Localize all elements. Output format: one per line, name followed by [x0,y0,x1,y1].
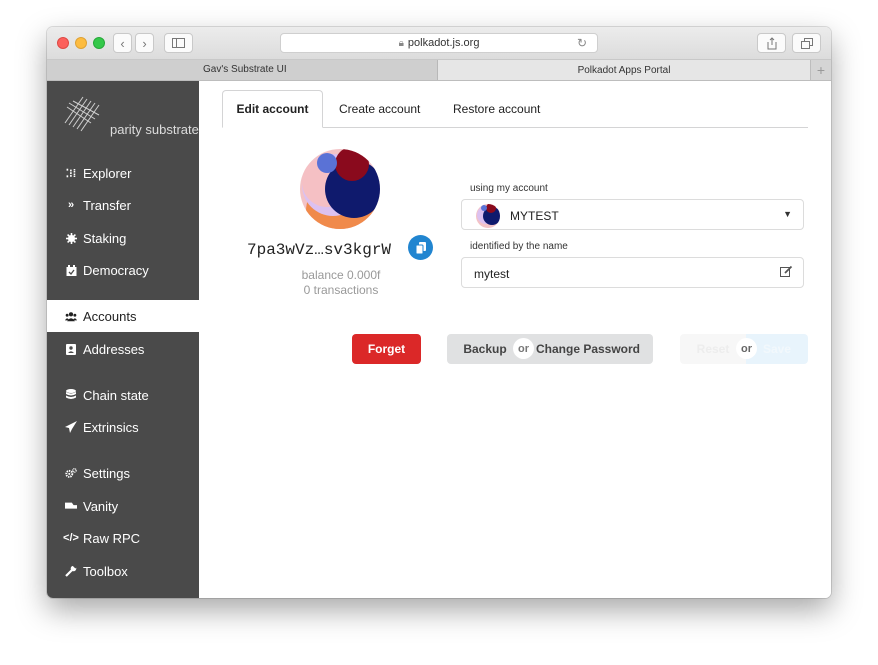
sidebar-item-label: Chain state [83,387,149,403]
plus-icon: + [816,62,826,78]
sidebar-item-toolbox[interactable]: Toolbox [47,555,199,587]
account-balance: balance 0.000f [301,268,381,282]
vanity-icon [65,501,77,511]
explorer-icon: ⁚⁝⁞ [65,167,77,180]
zoom-window-button[interactable] [93,37,105,49]
sidebar-item-extrinsics[interactable]: Extrinsics [47,411,199,443]
settings-icon [65,467,77,479]
parity-substrate-logo[interactable]: parity substrate [61,93,199,138]
sidebar-item-settings[interactable]: Settings [47,457,199,489]
url-text: polkadot.js.org [407,37,480,49]
wrench-icon [65,565,77,577]
or-divider: or [736,338,757,359]
transfer-icon: » [67,199,75,211]
tab-label: Edit account [236,102,309,116]
code-icon: </> [63,532,79,544]
chevron-left-icon: ‹ [120,35,125,51]
tabs-overview-button[interactable] [792,33,821,53]
reload-icon[interactable]: ↻ [577,36,587,50]
sidebar-item-label: Extrinsics [83,419,139,435]
tab-label: Restore account [453,101,541,116]
account-transactions: 0 transactions [303,283,379,297]
sidebar-toggle-button[interactable] [164,33,193,53]
sidebar-icon [172,38,185,48]
sidebar-item-label: Vanity [83,498,119,514]
lock-icon: 🔒︎ [398,37,404,49]
account-select-value: MYTEST [510,209,559,223]
browser-window: ‹ › 🔒︎ polkadot.js.org ↻ Gav's Substrate… [47,27,831,598]
staking-icon [65,232,77,244]
substrate-logo-icon [64,96,100,132]
send-icon [65,421,77,433]
change-password-button[interactable]: Change Password [523,334,653,364]
copy-icon [415,241,426,254]
account-select-label: using my account [470,183,548,194]
sidebar-item-raw-rpc[interactable]: </> Raw RPC [47,522,199,554]
sidebar-item-label: Toolbox [83,563,128,579]
browser-tab-label: Gav's Substrate UI [203,64,287,75]
account-name-value: mytest [474,267,510,281]
back-button[interactable]: ‹ [113,33,132,53]
backup-button[interactable]: Backup [447,334,523,364]
sidebar-item-label: Democracy [83,262,149,278]
sidebar-item-explorer[interactable]: ⁚⁝⁞ Explorer [47,157,199,189]
browser-tab-label: Polkadot Apps Portal [577,64,671,76]
database-icon [65,389,77,401]
forward-button[interactable]: › [135,33,154,53]
sidebar-item-label: Settings [83,465,130,481]
browser-tab-bar: Gav's Substrate UI Polkadot Apps Portal … [47,60,831,81]
sidebar-item-label: Raw RPC [83,530,141,546]
main-content: Edit account Create account Restore acco… [199,81,831,598]
title-bar: ‹ › 🔒︎ polkadot.js.org ↻ [47,27,831,60]
name-field-label: identified by the name [470,241,568,252]
copy-address-button[interactable] [408,235,433,260]
browser-tab-substrate[interactable]: Gav's Substrate UI [47,60,438,80]
sidebar-item-label: Addresses [83,341,145,357]
sidebar-item-chain-state[interactable]: Chain state [47,379,199,411]
share-icon [767,36,776,49]
addresses-icon [65,343,77,355]
chevron-right-icon: › [142,35,147,51]
tab-restore-account[interactable]: Restore account [453,90,540,127]
sidebar: parity substrate ⁚⁝⁞ Explorer » Transfer S… [47,81,199,598]
account-select[interactable]: MYTEST ▼ [461,199,804,230]
logo-text: parity substrate [110,122,199,137]
democracy-icon [65,264,77,276]
tab-label: Create account [339,101,421,116]
sidebar-item-vanity[interactable]: Vanity [47,490,199,522]
or-divider: or [513,338,534,359]
tab-create-account[interactable]: Create account [339,90,420,127]
tabs-icon [800,37,813,49]
tab-edit-account[interactable]: Edit account [222,90,323,128]
sidebar-item-label: Accounts [83,308,137,324]
account-name-input[interactable]: mytest [461,257,804,288]
sidebar-item-label: Staking [83,230,127,246]
sidebar-item-democracy[interactable]: Democracy [47,254,199,286]
sidebar-item-staking[interactable]: Staking [47,222,199,254]
edit-icon [780,265,793,277]
sidebar-item-transfer[interactable]: » Transfer [47,189,199,221]
chevron-down-icon: ▼ [783,209,792,219]
new-tab-button[interactable]: + [810,60,831,80]
browser-tab-polkadot[interactable]: Polkadot Apps Portal [438,60,810,80]
forget-button[interactable]: Forget [352,334,421,364]
account-select-identicon [476,204,500,228]
account-identicon[interactable] [300,149,380,229]
share-button[interactable] [757,33,786,53]
account-tabs: Edit account Create account Restore acco… [222,90,808,128]
address-bar[interactable]: 🔒︎ polkadot.js.org ↻ [280,33,598,53]
sidebar-item-label: Explorer [83,165,132,181]
sidebar-item-addresses[interactable]: Addresses [47,333,199,365]
sidebar-item-accounts[interactable]: Accounts [47,300,199,332]
close-window-button[interactable] [57,37,69,49]
sidebar-item-label: Transfer [83,197,131,213]
minimize-window-button[interactable] [75,37,87,49]
accounts-icon [65,311,77,322]
